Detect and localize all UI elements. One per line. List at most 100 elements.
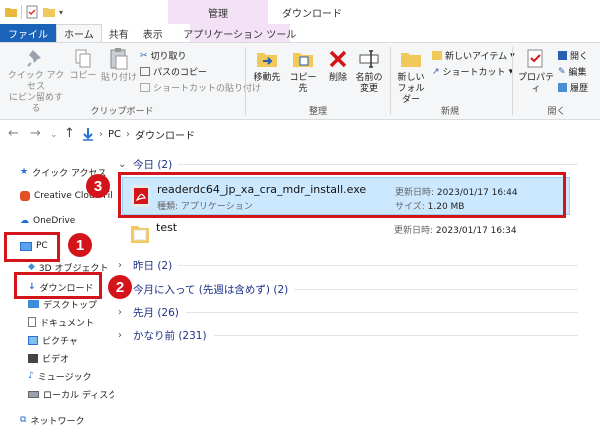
group-label: 今月に入って (先週は含めず) (2) [133, 284, 289, 296]
rename-button[interactable]: 名前の 変更 [354, 47, 384, 95]
window-title: ダウンロード [282, 8, 342, 20]
tab-file[interactable]: ファイル [0, 24, 56, 42]
paste-button[interactable]: 貼り付け [100, 47, 138, 84]
copy-folder-icon [293, 53, 313, 67]
ribbon: クイック アクセス にピン留めする コピー 貼り付け ✂ 切り取り パスのコピー … [0, 42, 600, 120]
star-icon: ★ [20, 167, 29, 177]
properties-check-icon[interactable] [25, 5, 39, 19]
callout-box-downloads [14, 272, 102, 299]
clipboard-group-label: クリップボード [90, 107, 154, 117]
cut-button[interactable]: ✂ 切り取り [140, 49, 187, 63]
copy-path-label: パスのコピー [153, 68, 208, 78]
context-tab-manage[interactable]: 管理 [168, 0, 268, 24]
group-header-last-month[interactable]: › 先月 (26) [118, 305, 179, 320]
delete-button[interactable]: 削除 [324, 47, 352, 84]
callout-box-installer [118, 172, 566, 218]
up-arrow-icon[interactable]: ↑ [64, 126, 75, 141]
copy-button[interactable]: コピー [68, 47, 98, 82]
nav-item-documents[interactable]: ドキュメント [28, 314, 94, 330]
chevron-right-icon: › [118, 330, 122, 341]
group-divider [214, 335, 578, 336]
recent-dropdown-icon[interactable]: ⌄ [50, 130, 58, 140]
nav-item-pictures[interactable]: ピクチャ [28, 332, 78, 348]
tab-share[interactable]: 共有 [102, 24, 136, 42]
history-label: 履歴 [570, 84, 589, 94]
new-folder-icon[interactable] [42, 5, 56, 19]
qat-dropdown-icon[interactable]: ▾ [59, 8, 63, 17]
copy-path-button[interactable]: パスのコピー [140, 65, 207, 78]
copy-to-button[interactable]: コピー先 [286, 47, 320, 95]
new-item-label: 新しいアイテム [445, 52, 508, 62]
folder-icon[interactable] [4, 5, 18, 19]
forward-arrow-icon[interactable]: → [30, 126, 41, 141]
edit-pencil-icon: ✎ [558, 66, 566, 77]
group-divider [178, 164, 578, 165]
breadcrumb-pc[interactable]: PC [108, 129, 121, 140]
quick-access-toolbar: ▾ [4, 4, 63, 20]
callout-badge-3: 3 [86, 174, 110, 198]
move-to-button[interactable]: 移動先 [250, 47, 284, 84]
edit-button[interactable]: ✎ 編集 [558, 65, 587, 79]
open-button[interactable]: 開く [558, 49, 588, 62]
delete-label: 削除 [328, 73, 347, 83]
properties-button[interactable]: プロパティ [516, 47, 556, 95]
folder-icon [131, 226, 149, 243]
paste-shortcut-button[interactable]: ショートカットの貼り付け [140, 81, 261, 94]
new-folder-label: 新しい フォルダー [397, 73, 425, 105]
nav-label: ネットワーク [30, 416, 85, 427]
group-header-long-ago[interactable]: › かなり前 (231) [118, 328, 207, 343]
group-header-today[interactable]: ⌄ 今日 (2) [118, 157, 172, 172]
open-icon [558, 51, 567, 60]
nav-label: デスクトップ [43, 300, 98, 311]
group-divider [294, 289, 578, 290]
paste-shortcut-icon [140, 83, 150, 92]
desktop-icon [28, 300, 39, 308]
new-item-icon [432, 51, 442, 60]
nav-item-videos[interactable]: ビデオ [28, 350, 69, 366]
picture-icon [28, 335, 38, 345]
ribbon-tabs: ファイル ホーム 共有 表示 アプリケーション ツール [0, 24, 600, 42]
address-bar[interactable]: › PC › ダウンロード [82, 124, 600, 144]
tab-view[interactable]: 表示 [136, 24, 170, 42]
video-icon [28, 353, 38, 363]
properties-icon [527, 49, 543, 68]
file-modified: 更新日時: 2023/01/17 16:34 [394, 223, 517, 236]
new-item-button[interactable]: 新しいアイテム▾ [432, 49, 515, 62]
clipboard-icon [110, 48, 128, 70]
group-header-this-month[interactable]: ›今月に入って (先週は含めず) (2) [118, 282, 288, 297]
shortcut-button[interactable]: ↗ ショートカット ▾ [432, 65, 513, 79]
group-header-yesterday[interactable]: › 昨日 (2) [118, 258, 172, 273]
file-row-test-folder[interactable]: test 更新日時: 2023/01/17 16:34 [122, 216, 570, 254]
group-divider [186, 312, 578, 313]
back-arrow-icon[interactable]: ← [8, 126, 19, 141]
tab-application-tools[interactable]: アプリケーション ツール [183, 24, 296, 42]
breadcrumb-downloads[interactable]: ダウンロード [135, 127, 195, 142]
history-button[interactable]: 履歴 [558, 81, 588, 94]
nav-label: OneDrive [33, 216, 76, 226]
navigation-bar: ← → ⌄ ↑ › PC › ダウンロード [0, 121, 600, 147]
scissors-icon: ✂ [140, 50, 148, 61]
edit-label: 編集 [568, 68, 587, 78]
chevron-right-icon: › [118, 260, 122, 271]
nav-label: ピクチャ [42, 336, 78, 347]
nav-item-network[interactable]: ⧉ ネットワーク [20, 412, 84, 428]
cut-label: 切り取り [150, 52, 187, 62]
group-label: 先月 (26) [133, 307, 179, 319]
creative-cloud-icon [20, 191, 30, 201]
rename-label: 名前の 変更 [355, 73, 383, 94]
history-icon [558, 83, 567, 92]
rename-icon [359, 50, 379, 68]
nav-item-music[interactable]: ♪ ミュージック [28, 368, 92, 384]
open-label: 開く [570, 52, 589, 62]
properties-label: プロパティ [517, 73, 554, 94]
new-folder-icon [401, 53, 421, 67]
tab-home[interactable]: ホーム [56, 24, 102, 42]
new-folder-button[interactable]: 新しい フォルダー [394, 47, 428, 106]
cube-icon: ◆ [28, 262, 35, 272]
open-group-label: 開く [547, 107, 566, 117]
nav-item-onedrive[interactable]: ☁ OneDrive [20, 213, 75, 229]
callout-badge-2: 2 [108, 275, 132, 299]
nav-label: ビデオ [42, 354, 70, 365]
copy-to-label: コピー先 [289, 73, 317, 94]
group-label: 今日 (2) [133, 159, 173, 171]
